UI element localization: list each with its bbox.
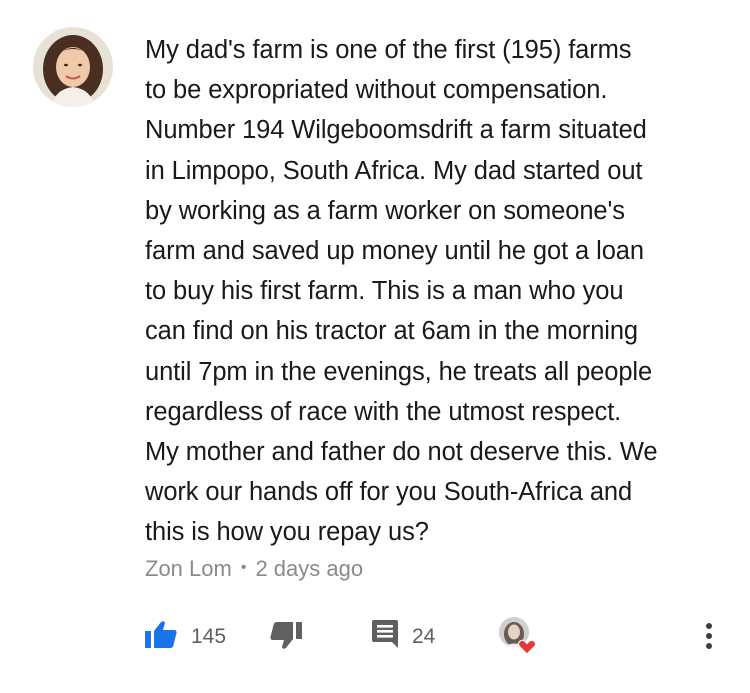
dislike-button[interactable]	[270, 622, 302, 655]
author-name[interactable]: Zon Lom	[145, 556, 232, 582]
comment-meta: Zon Lom • 2 days ago	[145, 556, 363, 582]
more-vertical-icon	[704, 622, 714, 655]
reply-button[interactable]: 24	[372, 620, 435, 653]
comment-action-bar: 145 24	[0, 614, 750, 658]
creator-heart-icon	[498, 616, 538, 661]
comment-text: My dad's farm is one of the first (195) …	[145, 36, 658, 547]
avatar[interactable]	[33, 27, 113, 107]
like-button[interactable]: 145	[145, 620, 226, 653]
comment-timestamp[interactable]: 2 days ago	[255, 556, 363, 582]
comment-icon	[372, 620, 398, 653]
creator-heart	[498, 616, 538, 661]
meta-separator: •	[240, 559, 247, 576]
more-options-button[interactable]	[704, 622, 714, 655]
thumbs-down-icon	[270, 622, 302, 655]
thumbs-up-icon	[145, 620, 177, 653]
like-count: 145	[191, 624, 227, 648]
reply-count: 24	[412, 624, 436, 648]
avatar-image	[33, 27, 113, 107]
